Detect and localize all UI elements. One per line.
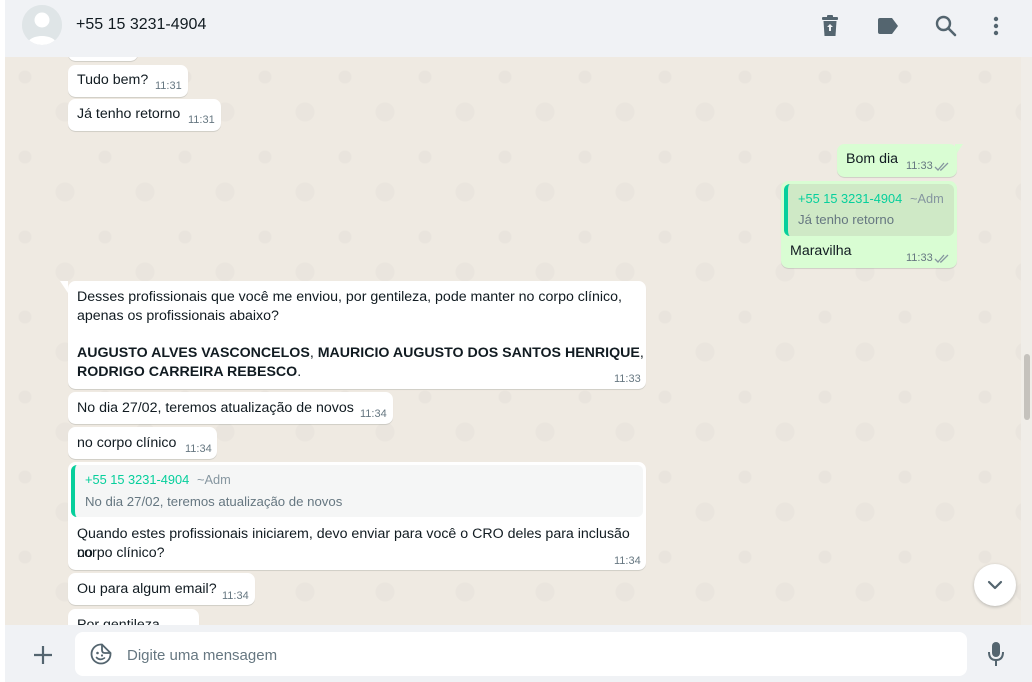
message-bubble-outgoing-reply[interactable]: +55 15 3231-4904 ~Adm Já tenho retorno M… <box>781 181 957 268</box>
chat-header: +55 15 3231-4904 <box>5 0 1032 57</box>
plus-icon <box>34 646 52 664</box>
message-text: Bom dia <box>846 151 899 167</box>
search-icon[interactable] <box>934 14 958 38</box>
chevron-down-icon <box>987 580 1003 590</box>
message-text: Por gentileza <box>77 617 160 625</box>
message-time: 11:34 <box>222 590 249 602</box>
menu-icon[interactable] <box>984 14 1008 38</box>
quote-author: +55 15 3231-4904 <box>798 191 903 206</box>
quote-text: Já tenho retorno <box>798 212 895 227</box>
sticker-icon <box>90 643 112 665</box>
bold-name: AUGUSTO ALVES VASCONCELOS <box>77 345 310 361</box>
contact-name[interactable]: +55 15 3231-4904 <box>76 16 206 34</box>
message-text: Tudo bem? <box>77 72 149 88</box>
message-time: 11:33 <box>906 160 933 172</box>
voice-message-button[interactable] <box>984 641 1008 667</box>
message-text-line: Desses profissionais que você me enviou,… <box>77 289 622 305</box>
compose-bar <box>5 625 1032 682</box>
message-bubble-incoming[interactable]: Tudo bem? 11:31 <box>68 65 188 97</box>
quoted-message[interactable]: +55 15 3231-4904 ~Adm No dia 27/02, tere… <box>71 465 643 517</box>
bold-name: MAURICIO AUGUSTO DOS SANTOS HENRIQUE <box>317 345 640 361</box>
quote-text: No dia 27/02, teremos atualização de nov… <box>85 494 343 509</box>
emoji-sticker-button[interactable] <box>89 642 113 666</box>
read-ticks-icon <box>934 254 949 263</box>
avatar[interactable] <box>22 5 62 45</box>
label-icon[interactable] <box>876 14 900 38</box>
message-input-container[interactable] <box>75 632 967 676</box>
message-time: 11:33 <box>906 252 933 264</box>
quote-tag: ~Adm <box>197 472 231 487</box>
separator: . <box>297 364 302 380</box>
message-text: Já tenho retorno <box>77 106 181 122</box>
message-time: 11:31 <box>155 80 182 92</box>
microphone-icon <box>988 642 1004 666</box>
bold-name: RODRIGO CARREIRA REBESCO <box>77 364 298 380</box>
whatsapp-web-window: +55 15 3231-4904 Tudo bem? 11:31 Já tenh… <box>0 0 1032 682</box>
message-bubble-incoming[interactable]: Por gentileza <box>68 609 199 625</box>
default-avatar-icon <box>22 5 62 45</box>
separator: , <box>309 345 318 361</box>
message-text-line: RODRIGO CARREIRA REBESCO. <box>77 363 301 382</box>
message-list[interactable]: Tudo bem? 11:31 Já tenho retorno 11:31 B… <box>5 57 1021 625</box>
message-bubble-partial <box>68 57 138 61</box>
message-bubble-incoming[interactable]: No dia 27/02, teremos atualização de nov… <box>68 392 393 424</box>
chat-scrollbar[interactable] <box>1021 57 1032 625</box>
scroll-to-bottom-button[interactable] <box>974 564 1016 606</box>
message-bubble-outgoing[interactable]: Bom dia 11:33 <box>837 144 957 177</box>
scrollbar-thumb[interactable] <box>1024 354 1030 420</box>
message-bubble-incoming[interactable]: no corpo clínico 11:34 <box>68 427 217 459</box>
message-time: 11:31 <box>188 114 215 126</box>
message-time: 11:34 <box>185 443 212 455</box>
quote-tag: ~Adm <box>910 191 944 206</box>
message-bubble-incoming[interactable]: Já tenho retorno 11:31 <box>68 99 221 131</box>
quote-author: +55 15 3231-4904 <box>85 472 190 487</box>
attach-button[interactable] <box>29 641 57 669</box>
message-text: no corpo clínico <box>77 435 177 451</box>
message-bubble-incoming-reply[interactable]: +55 15 3231-4904 ~Adm No dia 27/02, tere… <box>68 462 646 570</box>
message-time: 11:34 <box>614 555 641 567</box>
message-text: Ou para algum email? <box>77 581 217 597</box>
message-text-line: corpo clínico? <box>77 545 165 561</box>
separator: , <box>639 345 644 361</box>
message-text-line: apenas os profissionais abaixo? <box>77 308 279 324</box>
quoted-message[interactable]: +55 15 3231-4904 ~Adm Já tenho retorno <box>784 184 954 236</box>
message-bubble-incoming[interactable]: Ou para algum email? 11:34 <box>68 573 255 605</box>
message-bubble-incoming[interactable]: Desses profissionais que você me enviou,… <box>68 281 646 389</box>
message-text-line: AUGUSTO ALVES VASCONCELOS, MAURICIO AUGU… <box>77 344 644 363</box>
message-time: 11:34 <box>360 408 387 420</box>
delete-icon[interactable] <box>818 14 842 38</box>
message-text: No dia 27/02, teremos atualização de nov… <box>77 400 354 416</box>
message-time: 11:33 <box>614 373 641 385</box>
bubble-tail <box>60 281 68 293</box>
message-input[interactable] <box>125 640 949 670</box>
message-text: Maravilha <box>790 243 852 259</box>
read-ticks-icon <box>934 162 949 171</box>
